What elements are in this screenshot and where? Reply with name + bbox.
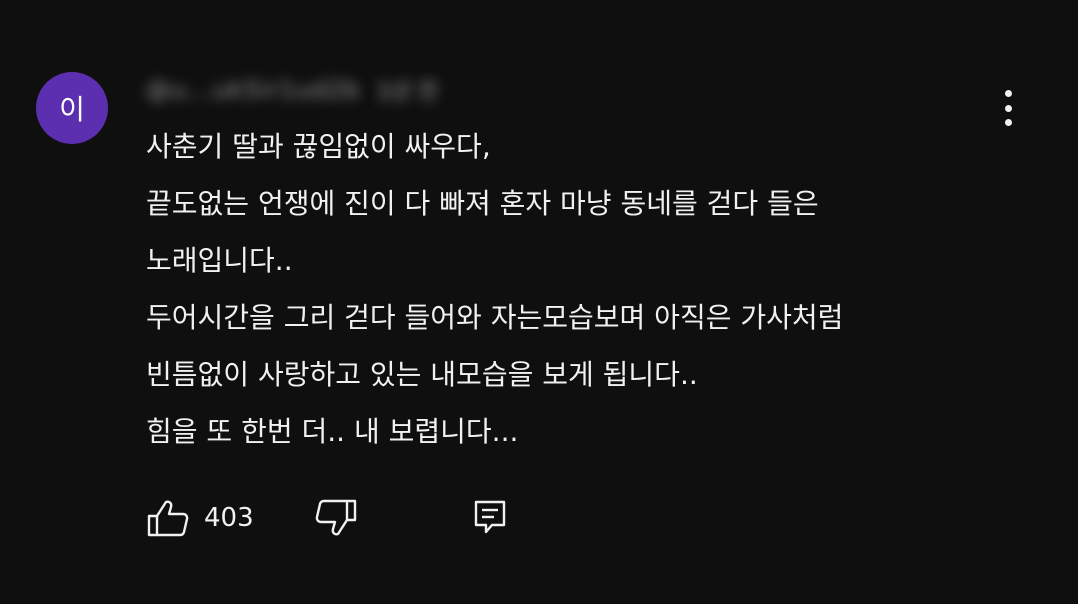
comment-line: 두어시간을 그리 걷다 들어와 자는모습보며 아직은 가사처럼 <box>146 301 844 334</box>
comment-line: 빈틈없이 사랑하고 있는 내모습을 보게 됩니다.. <box>146 358 698 391</box>
comment-line: 끝도없는 언쟁에 진이 다 빠져 혼자 마냥 동네를 걷다 들은 <box>146 187 819 220</box>
reply-button[interactable] <box>468 496 512 540</box>
avatar[interactable]: 이 <box>36 72 108 144</box>
avatar-initial: 이 <box>59 93 85 126</box>
author-handle[interactable]: @u...uk5ir1ud2b <box>146 76 360 104</box>
comment-body: 사춘기 딸과 끊임없이 싸우다, 끝도없는 언쟁에 진이 다 빠져 혼자 마냥 … <box>146 118 1006 460</box>
like-count: 403 <box>204 503 254 533</box>
comment-line: 힘을 또 한번 더.. 내 보렵니다... <box>146 415 519 448</box>
comment-actions: 403 <box>146 494 512 542</box>
thumbs-down-icon <box>315 499 356 536</box>
comment-line: 노래입니다.. <box>146 244 293 277</box>
dislike-button[interactable] <box>314 496 358 540</box>
more-vertical-icon <box>1004 90 1012 97</box>
more-vertical-icon-dot <box>1004 104 1012 112</box>
comment-timestamp[interactable]: 1년 전 <box>376 74 437 106</box>
comment-line: 사춘기 딸과 끊임없이 싸우다, <box>146 130 491 163</box>
comment-header: @u...uk5ir1ud2b 1년 전 <box>146 70 438 110</box>
comment-card: 이 @u...uk5ir1ud2b 1년 전 사춘기 딸과 끊임없이 싸우다, … <box>0 0 1078 604</box>
like-button[interactable] <box>146 496 190 540</box>
thumbs-up-icon <box>147 500 189 537</box>
reply-comment-icon <box>474 500 505 534</box>
